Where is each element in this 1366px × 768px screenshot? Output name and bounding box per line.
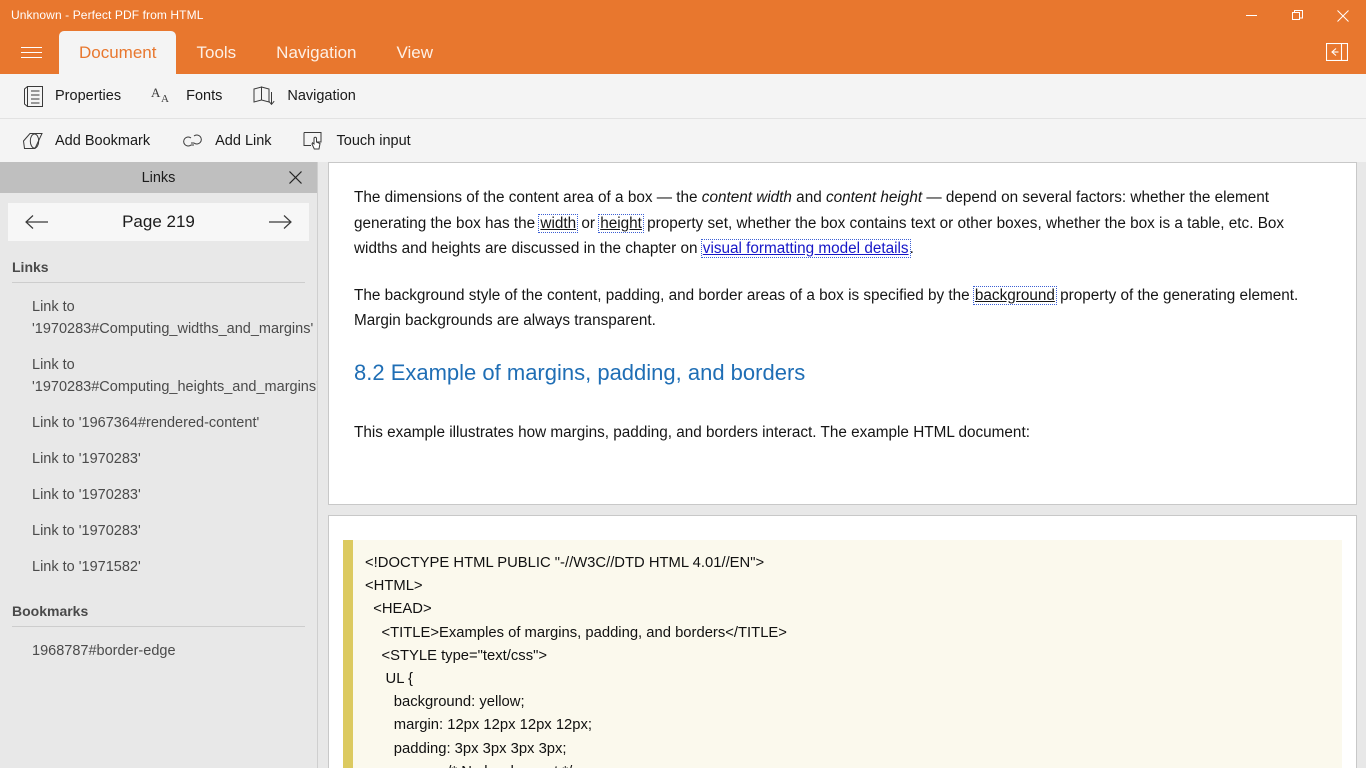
list-item[interactable]: Link to '1970283' <box>0 513 317 549</box>
properties-label: Properties <box>55 88 121 104</box>
properties-icon <box>18 83 48 109</box>
list-item[interactable]: Link to '1970283' <box>0 477 317 513</box>
svg-text:A: A <box>161 93 169 105</box>
property-link-height[interactable]: height <box>599 215 643 232</box>
properties-button[interactable]: Properties <box>12 79 135 113</box>
paragraph-example-intro: This example illustrates how margins, pa… <box>354 420 1328 446</box>
tab-document[interactable]: Document <box>59 31 176 74</box>
links-panel-header: Links <box>0 162 317 193</box>
list-item[interactable]: Link to '1970283#Computing_widths_and_ma… <box>0 289 317 347</box>
ribbon-row-secondary: Add Bookmark Add Link Touch input <box>0 118 1366 162</box>
tab-view[interactable]: View <box>377 31 454 74</box>
title-bar: Unknown - Perfect PDF from HTML <box>0 0 1366 31</box>
window-title: Unknown - Perfect PDF from HTML <box>11 8 203 22</box>
tab-tools[interactable]: Tools <box>176 31 256 74</box>
bookmarks-section-divider <box>12 626 305 627</box>
navigation-button[interactable]: Navigation <box>244 79 370 113</box>
svg-text:A: A <box>151 86 161 100</box>
link-visual-formatting-model-details[interactable]: visual formatting model details <box>702 240 910 257</box>
bookmarks-list: 1968787#border-edge <box>0 633 317 669</box>
code-block-content: <!DOCTYPE HTML PUBLIC "-//W3C//DTD HTML … <box>353 540 1342 768</box>
touch-input-icon <box>300 128 330 154</box>
fonts-icon: A A <box>149 83 179 109</box>
emphasis-content-height: content height <box>826 189 922 206</box>
pdf-page: The dimensions of the content area of a … <box>328 162 1357 505</box>
minimize-button[interactable] <box>1228 0 1274 31</box>
section-heading-8-2: 8.2 Example of margins, padding, and bor… <box>354 360 1328 386</box>
list-item[interactable]: Link to '1970283' <box>0 441 317 477</box>
ribbon: Properties A A Fonts Navigation <box>0 74 1366 162</box>
list-item[interactable]: Link to '1970283#Computing_heights_and_m… <box>0 347 317 405</box>
navigation-icon <box>250 83 280 109</box>
links-section-heading: Links <box>12 259 305 275</box>
add-bookmark-icon <box>18 128 48 154</box>
text-run: The dimensions of the content area of a … <box>354 189 702 206</box>
navigation-label: Navigation <box>287 88 356 104</box>
emphasis-content-width: content width <box>702 189 792 206</box>
paragraph-background-style: The background style of the content, pad… <box>354 283 1328 334</box>
tab-navigation[interactable]: Navigation <box>256 31 376 74</box>
pdf-page: <!DOCTYPE HTML PUBLIC "-//W3C//DTD HTML … <box>328 515 1357 768</box>
touch-input-button[interactable]: Touch input <box>294 124 425 158</box>
hamburger-menu-icon[interactable] <box>11 31 51 74</box>
links-panel-close-icon[interactable] <box>273 162 317 193</box>
fonts-button[interactable]: A A Fonts <box>143 79 236 113</box>
text-run: and <box>792 189 826 206</box>
property-link-width[interactable]: width <box>539 215 577 232</box>
text-run: or <box>577 215 599 232</box>
collapse-ribbon-icon[interactable] <box>1320 37 1354 67</box>
window-controls <box>1228 0 1366 31</box>
tab-strip: Document Tools Navigation View <box>0 31 1366 74</box>
ribbon-row-primary: Properties A A Fonts Navigation <box>0 74 1366 118</box>
list-item[interactable]: 1968787#border-edge <box>0 633 317 669</box>
links-section-divider <box>12 282 305 283</box>
code-block-accent-bar <box>343 540 353 768</box>
list-item[interactable]: Link to '1967364#rendered-content' <box>0 405 317 441</box>
text-run: . <box>910 240 914 257</box>
add-bookmark-label: Add Bookmark <box>55 133 150 149</box>
next-page-icon[interactable] <box>265 207 295 237</box>
workspace: Links Page 219 <box>0 162 1366 768</box>
bookmarks-section-heading: Bookmarks <box>12 603 305 619</box>
links-panel: Links Page 219 <box>0 162 318 768</box>
property-link-background[interactable]: background <box>974 287 1056 304</box>
paragraph-content-dimensions: The dimensions of the content area of a … <box>354 185 1328 262</box>
add-link-label: Add Link <box>215 133 271 149</box>
add-link-button[interactable]: Add Link <box>172 124 285 158</box>
add-link-icon <box>178 128 208 154</box>
close-button[interactable] <box>1320 0 1366 31</box>
restore-button[interactable] <box>1274 0 1320 31</box>
text-run: The background style of the content, pad… <box>354 287 974 304</box>
links-list: Link to '1970283#Computing_widths_and_ma… <box>0 289 317 585</box>
links-panel-title: Links <box>142 170 176 186</box>
touch-input-label: Touch input <box>337 133 411 149</box>
fonts-label: Fonts <box>186 88 222 104</box>
ribbon-tabs: Document Tools Navigation View <box>59 31 453 74</box>
document-view[interactable]: The dimensions of the content area of a … <box>319 162 1366 768</box>
page-number-label: Page 219 <box>122 212 195 232</box>
add-bookmark-button[interactable]: Add Bookmark <box>12 124 164 158</box>
page-navigator: Page 219 <box>8 203 309 241</box>
code-block: <!DOCTYPE HTML PUBLIC "-//W3C//DTD HTML … <box>343 540 1342 768</box>
previous-page-icon[interactable] <box>22 207 52 237</box>
list-item[interactable]: Link to '1971582' <box>0 549 317 585</box>
